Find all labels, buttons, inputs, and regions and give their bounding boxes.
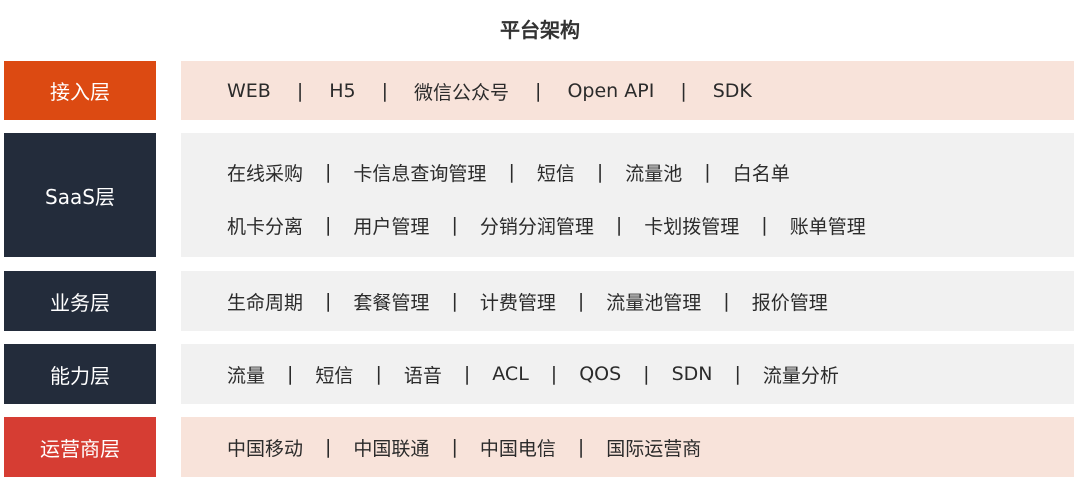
component-item: 分销分润管理 [479, 215, 594, 238]
layer-access: 接入层 WEB | H5 | 微信公众号 | Open API | SDK [0, 61, 1080, 120]
component-item: 账单管理 [789, 215, 866, 238]
separator: | [680, 80, 687, 102]
component-item: 短信 [315, 364, 354, 387]
component-row: 机卡分离 | 用户管理 | 分销分润管理 | 卡划拨管理 | 账单管理 [181, 205, 1074, 245]
component-item: 卡划拨管理 [644, 215, 740, 238]
separator: | [615, 214, 623, 236]
separator: | [287, 363, 294, 385]
component-item: 用户管理 [353, 215, 430, 238]
layer-content: 流量 | 短信 | 语音 | ACL | QOS | SDN | 流量分析 [181, 344, 1074, 404]
layer-business: 业务层 生命周期 | 套餐管理 | 计费管理 | 流量池管理 | 报价管理 [0, 271, 1080, 331]
separator: | [463, 363, 471, 385]
component-item: 在线采购 [227, 162, 304, 185]
separator: | [508, 161, 515, 183]
separator: | [451, 214, 458, 236]
separator: | [451, 290, 458, 312]
separator: | [451, 436, 458, 458]
layer-label: 运营商层 [4, 417, 156, 477]
component-item: 流量 [227, 364, 266, 387]
layer-content: WEB | H5 | 微信公众号 | Open API | SDK [181, 61, 1074, 120]
component-item: H5 [329, 80, 356, 102]
separator: | [550, 363, 558, 385]
layer-carrier: 运营商层 中国移动 | 中国联通 | 中国电信 | 国际运营商 [0, 417, 1080, 477]
layer-label: 接入层 [4, 61, 156, 120]
separator: | [381, 80, 389, 102]
component-item: 中国联通 [353, 437, 430, 460]
component-item: 流量池 [625, 162, 683, 185]
separator: | [375, 363, 382, 385]
component-row: 流量 | 短信 | 语音 | ACL | QOS | SDN | 流量分析 [181, 354, 1074, 394]
layer-label: 业务层 [4, 271, 156, 331]
component-item: 微信公众号 [414, 81, 510, 104]
component-item: SDK [712, 80, 752, 102]
layer-label: 能力层 [4, 344, 156, 404]
component-item: 卡信息查询管理 [353, 162, 487, 185]
layer-capability: 能力层 流量 | 短信 | 语音 | ACL | QOS | SDN | 流量分析 [0, 344, 1080, 404]
layer-content: 中国移动 | 中国联通 | 中国电信 | 国际运营商 [181, 417, 1074, 477]
component-item: 短信 [536, 162, 575, 185]
separator: | [761, 214, 768, 236]
diagram-title: 平台架构 [500, 18, 580, 42]
separator: | [296, 80, 304, 102]
separator: | [643, 363, 650, 385]
component-item: 生命周期 [227, 291, 304, 314]
separator: | [723, 290, 730, 312]
separator: | [325, 214, 332, 236]
separator: | [325, 436, 332, 458]
component-row: WEB | H5 | 微信公众号 | Open API | SDK [181, 71, 1074, 111]
separator: | [325, 161, 332, 183]
component-item: 计费管理 [479, 291, 556, 314]
component-item: SDN [671, 363, 713, 385]
layer-saas: SaaS层 在线采购 | 卡信息查询管理 | 短信 | 流量池 | 白名单机卡分离 | 用户管理 | 分销… [0, 133, 1080, 257]
component-item: QOS [579, 363, 622, 385]
component-item: 国际运营商 [606, 437, 702, 460]
separator: | [577, 436, 585, 458]
separator: | [535, 80, 542, 102]
component-item: 流量分析 [762, 364, 839, 387]
component-row: 在线采购 | 卡信息查询管理 | 短信 | 流量池 | 白名单 [181, 152, 1074, 192]
layer-content: 生命周期 | 套餐管理 | 计费管理 | 流量池管理 | 报价管理 [181, 271, 1074, 331]
component-item: 白名单 [732, 162, 790, 185]
component-item: 流量池管理 [606, 291, 702, 314]
separator: | [734, 363, 741, 385]
component-item: 中国电信 [479, 437, 556, 460]
component-row: 中国移动 | 中国联通 | 中国电信 | 国际运营商 [181, 427, 1074, 467]
component-item: Open API [567, 80, 655, 102]
layer-label: SaaS层 [4, 133, 156, 257]
separator: | [596, 161, 604, 183]
component-item: 机卡分离 [227, 215, 304, 238]
layer-content: 在线采购 | 卡信息查询管理 | 短信 | 流量池 | 白名单机卡分离 | 用户管理 | 分销分润管理 |… [181, 133, 1074, 257]
component-item: 报价管理 [751, 291, 828, 314]
component-item: ACL [492, 363, 529, 385]
separator: | [325, 290, 332, 312]
component-item: 语音 [403, 364, 442, 387]
separator: | [704, 161, 711, 183]
component-item: WEB [227, 80, 271, 102]
component-row: 生命周期 | 套餐管理 | 计费管理 | 流量池管理 | 报价管理 [181, 281, 1074, 321]
separator: | [577, 290, 585, 312]
component-item: 套餐管理 [353, 291, 430, 314]
component-item: 中国移动 [227, 437, 304, 460]
